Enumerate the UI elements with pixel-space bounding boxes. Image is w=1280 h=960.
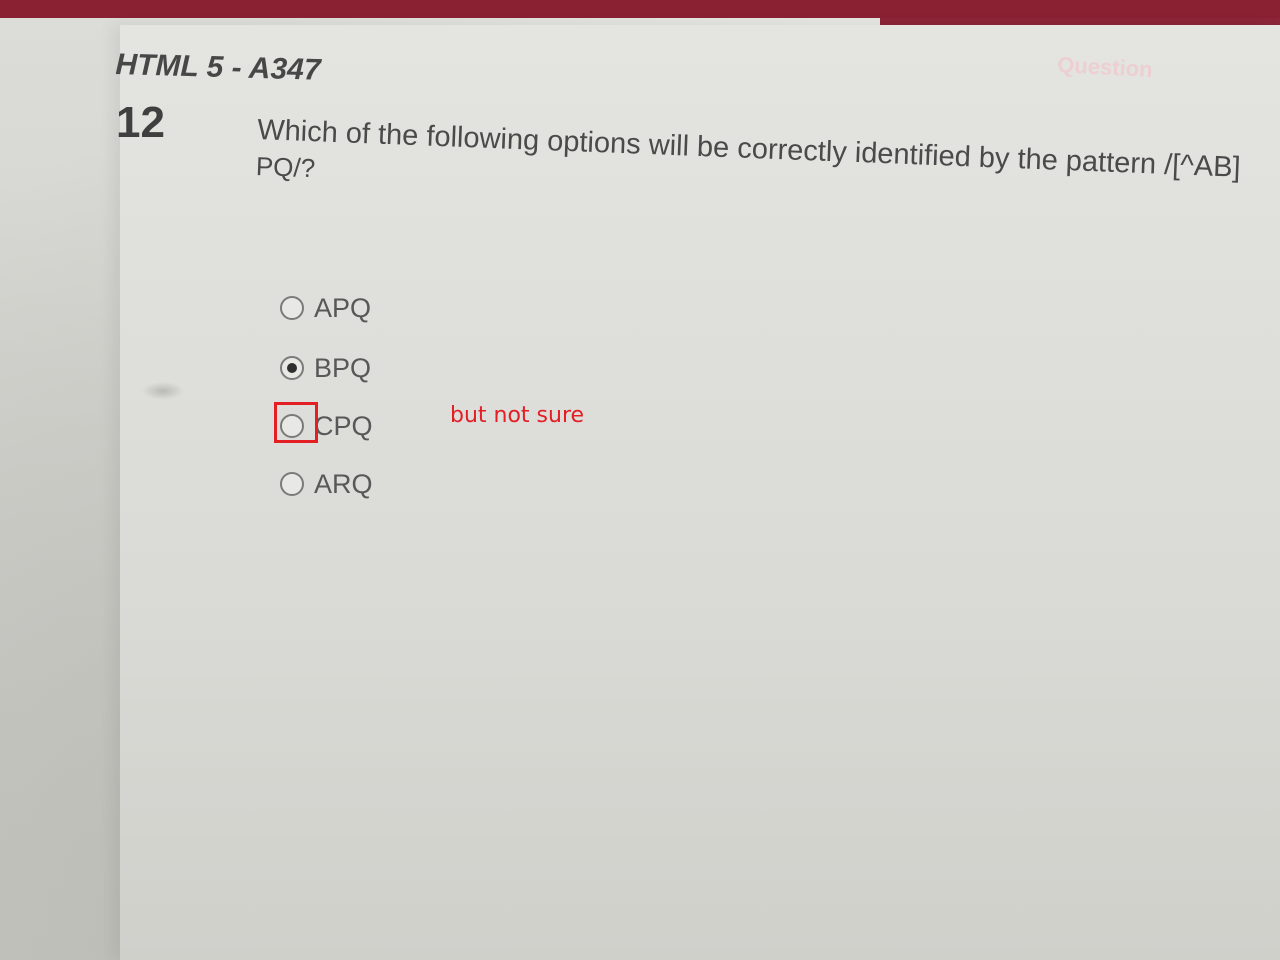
- option-label-cpq: CPQ: [314, 410, 373, 441]
- option-label-apq: APQ: [314, 292, 372, 323]
- radio-button-bpq[interactable]: [280, 356, 304, 380]
- screen-smudge: [142, 382, 184, 400]
- top-brand-bar: [0, 0, 1280, 18]
- test-title: HTML 5 - A347: [115, 48, 321, 87]
- option-arq[interactable]: ARQ: [280, 466, 373, 502]
- option-bpq[interactable]: BPQ: [280, 350, 371, 386]
- option-label-arq: ARQ: [314, 468, 373, 499]
- option-apq[interactable]: APQ: [280, 290, 371, 326]
- annotation-highlight-box: [274, 402, 318, 443]
- radio-button-apq[interactable]: [280, 296, 304, 320]
- option-label-bpq: BPQ: [314, 352, 372, 383]
- annotation-note: but not sure: [450, 403, 585, 428]
- question-number: 12: [116, 98, 165, 147]
- question-ribbon-label: Question: [1056, 52, 1154, 82]
- radio-button-arq[interactable]: [280, 472, 304, 496]
